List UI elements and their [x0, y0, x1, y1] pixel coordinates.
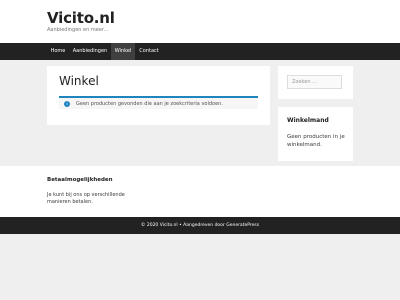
main-navigation: Home Aanbiedingen Winkel Contact	[0, 43, 400, 60]
nav-item-home[interactable]: Home	[47, 43, 69, 60]
site-header: Vicito.nl Aanbiedingen en meer...	[0, 0, 400, 43]
site-title-link[interactable]: Vicito.nl	[47, 9, 115, 27]
payment-widget-title: Betaalmogelijkheden	[47, 177, 113, 183]
site-footer: © 2020 Vicito.nl • Aangedreven door Gene…	[0, 217, 400, 234]
main-content: Winkel i Geen producten gevonden die aan…	[47, 66, 270, 125]
nav-item-winkel[interactable]: Winkel	[111, 43, 135, 60]
nav-item-aanbiedingen[interactable]: Aanbiedingen	[69, 43, 111, 60]
cart-widget-title: Winkelmand	[287, 117, 329, 124]
search-input[interactable]	[287, 75, 342, 89]
search-widget	[278, 66, 353, 99]
cart-empty-text: Geen producten in je winkelmand.	[287, 134, 345, 148]
copyright-text: © 2020 Vicito.nl • Aangedreven door Gene…	[140, 223, 260, 228]
footer-widgets: Betaalmogelijkheden Je kunt bij ons op v…	[0, 166, 400, 217]
cart-widget: Winkelmand Geen producten in je winkelma…	[278, 107, 353, 161]
notice-text: Geen producten gevonden die aan je zoekc…	[76, 101, 223, 107]
nav-item-contact[interactable]: Contact	[135, 43, 163, 60]
page-title: Winkel	[59, 74, 99, 88]
payment-widget-text: Je kunt bij ons op verschillende maniere…	[47, 192, 125, 205]
info-icon: i	[64, 101, 70, 107]
site-tagline: Aanbiedingen en meer...	[47, 27, 109, 33]
info-notice: i Geen producten gevonden die aan je zoe…	[59, 96, 258, 109]
